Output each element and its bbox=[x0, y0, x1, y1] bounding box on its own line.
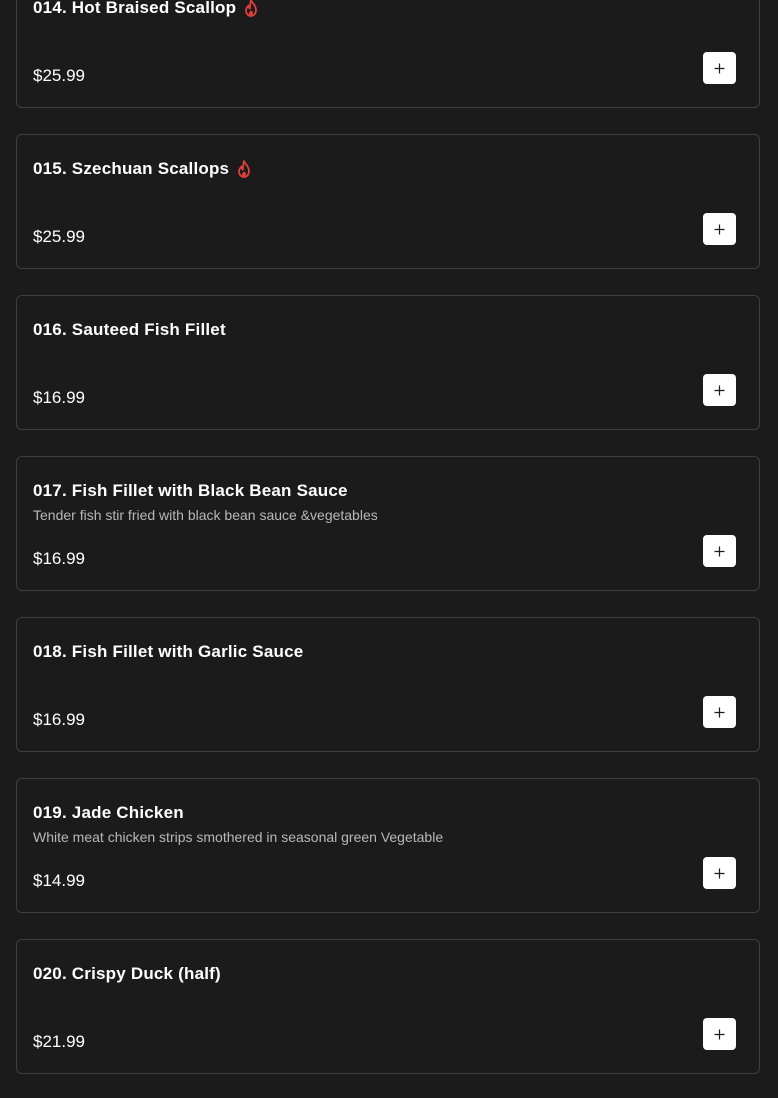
item-title: 017. Fish Fillet with Black Bean Sauce bbox=[33, 481, 348, 500]
plus-icon bbox=[714, 1029, 725, 1039]
plus-icon bbox=[714, 385, 725, 395]
menu-item-card[interactable]: 017. Fish Fillet with Black Bean Sauce T… bbox=[16, 456, 760, 591]
plus-icon bbox=[714, 63, 725, 73]
item-title: 018. Fish Fillet with Garlic Sauce bbox=[33, 642, 304, 661]
item-description: White meat chicken strips smothered in s… bbox=[33, 829, 444, 845]
menu-item-card[interactable]: 015. Szechuan Scallops $25.99 bbox=[16, 134, 760, 269]
item-title-row: 019. Jade Chicken bbox=[33, 803, 184, 823]
add-to-cart-button[interactable] bbox=[703, 52, 736, 84]
menu-item-card[interactable]: 020. Crispy Duck (half) $21.99 bbox=[16, 939, 760, 1074]
item-price: $16.99 bbox=[33, 710, 85, 729]
item-price: $14.99 bbox=[33, 871, 85, 890]
add-to-cart-button[interactable] bbox=[703, 213, 736, 245]
menu-item-card[interactable]: 019. Jade Chicken White meat chicken str… bbox=[16, 778, 760, 913]
item-title: 016. Sauteed Fish Fillet bbox=[33, 320, 226, 339]
item-title-row: 017. Fish Fillet with Black Bean Sauce bbox=[33, 481, 348, 501]
item-title: 019. Jade Chicken bbox=[33, 803, 184, 822]
item-title-row: 020. Crispy Duck (half) bbox=[33, 964, 221, 984]
item-title-row: 018. Fish Fillet with Garlic Sauce bbox=[33, 642, 303, 662]
item-title: 015. Szechuan Scallops bbox=[33, 159, 230, 178]
item-price: $25.99 bbox=[33, 227, 85, 246]
spicy-fire-icon bbox=[238, 160, 251, 178]
item-price: $16.99 bbox=[33, 388, 85, 407]
menu-item-list: 014. Hot Braised Scallop $25.99 015. Sze… bbox=[0, 0, 778, 1098]
add-to-cart-button[interactable] bbox=[703, 857, 736, 889]
add-to-cart-button[interactable] bbox=[703, 696, 736, 728]
add-to-cart-button[interactable] bbox=[703, 374, 736, 406]
plus-icon bbox=[714, 224, 725, 234]
add-to-cart-button[interactable] bbox=[703, 535, 736, 567]
item-title: 014. Hot Braised Scallop bbox=[33, 0, 237, 17]
item-title: 020. Crispy Duck (half) bbox=[33, 964, 221, 983]
plus-icon bbox=[714, 707, 725, 717]
menu-item-card[interactable]: 014. Hot Braised Scallop $25.99 bbox=[16, 0, 760, 108]
plus-icon bbox=[714, 868, 725, 878]
item-title-row: 014. Hot Braised Scallop bbox=[33, 0, 259, 18]
item-price: $21.99 bbox=[33, 1032, 85, 1051]
item-price: $25.99 bbox=[33, 66, 85, 85]
plus-icon bbox=[714, 546, 725, 556]
menu-item-card[interactable]: 016. Sauteed Fish Fillet $16.99 bbox=[16, 295, 760, 430]
add-to-cart-button[interactable] bbox=[703, 1018, 736, 1050]
item-price: $16.99 bbox=[33, 549, 85, 568]
item-description: Tender fish stir fried with black bean s… bbox=[33, 507, 378, 523]
spicy-fire-icon bbox=[245, 0, 258, 17]
item-title-row: 016. Sauteed Fish Fillet bbox=[33, 320, 226, 340]
menu-item-card[interactable]: 018. Fish Fillet with Garlic Sauce $16.9… bbox=[16, 617, 760, 752]
item-title-row: 015. Szechuan Scallops bbox=[33, 159, 252, 179]
